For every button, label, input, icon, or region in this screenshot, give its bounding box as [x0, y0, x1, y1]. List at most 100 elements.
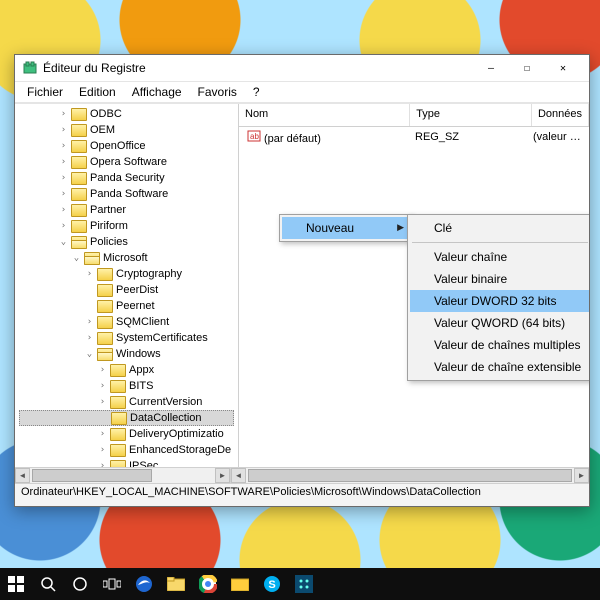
value-type: REG_SZ [411, 131, 529, 143]
tree-node[interactable]: ›Opera Software [19, 154, 234, 170]
chevron-right-icon[interactable]: › [58, 109, 69, 120]
close-button[interactable]: ✕ [545, 57, 581, 79]
chevron-right-icon[interactable]: › [58, 205, 69, 216]
explorer-icon[interactable] [160, 568, 192, 600]
chevron-right-icon[interactable]: › [97, 445, 108, 456]
chevron-right-icon[interactable]: › [58, 173, 69, 184]
col-type[interactable]: Type [410, 104, 532, 126]
value-data: (valeur non définie) [529, 131, 585, 143]
tree-spacer [98, 413, 109, 424]
menu-help[interactable]: ? [247, 83, 266, 101]
menu-item[interactable]: Valeur de chaîne extensible [410, 356, 589, 378]
col-nom[interactable]: Nom [239, 104, 410, 126]
menu-item[interactable]: Nouveau▶ [282, 217, 410, 239]
start-button[interactable] [0, 568, 32, 600]
tree-node[interactable]: Peernet [19, 298, 234, 314]
skype-icon[interactable]: S [256, 568, 288, 600]
maximize-button[interactable]: ☐ [509, 57, 545, 79]
tree-scrollbar[interactable]: ◄ ► [15, 467, 231, 483]
filemgr-icon[interactable] [224, 568, 256, 600]
tree-node[interactable]: PeerDist [19, 282, 234, 298]
menu-fichier[interactable]: Fichier [21, 83, 69, 101]
scroll-left-icon[interactable]: ◄ [231, 468, 246, 483]
taskview-icon[interactable] [96, 568, 128, 600]
menu-item[interactable]: Valeur de chaînes multiples [410, 334, 589, 356]
chevron-right-icon[interactable]: › [84, 317, 95, 328]
scroll-right-icon[interactable]: ► [574, 468, 589, 483]
titlebar[interactable]: Éditeur du Registre — ☐ ✕ [15, 55, 589, 82]
tree-label: SystemCertificates [116, 332, 208, 344]
scroll-right-icon[interactable]: ► [215, 468, 230, 483]
tree-pane[interactable]: ›ODBC›OEM›OpenOffice›Opera Software›Pand… [15, 104, 239, 467]
chevron-down-icon[interactable]: ⌄ [71, 253, 82, 264]
chevron-right-icon[interactable]: › [97, 381, 108, 392]
tree-node[interactable]: ›Panda Software [19, 186, 234, 202]
tree-node[interactable]: ›Partner [19, 202, 234, 218]
tree-node[interactable]: ⌄Policies [19, 234, 234, 250]
tree-node[interactable]: › ODBC [19, 106, 234, 122]
tree-label: IPSec [129, 460, 158, 467]
chevron-right-icon[interactable]: › [58, 157, 69, 168]
chrome-icon[interactable] [192, 568, 224, 600]
tree-node[interactable]: ›Piriform [19, 218, 234, 234]
context-menu-new[interactable]: Clé Valeur chaîneValeur binaireValeur DWO… [407, 214, 589, 381]
menu-item[interactable]: Valeur QWORD (64 bits) [410, 312, 589, 334]
chevron-right-icon[interactable]: › [58, 189, 69, 200]
tree-node[interactable]: ›Appx [19, 362, 234, 378]
list-pane[interactable]: Nom Type Données ab(par défaut)REG_SZ(va… [239, 104, 589, 467]
tree-label: Peernet [116, 300, 155, 312]
chevron-right-icon[interactable]: › [84, 333, 95, 344]
tree-node[interactable]: ›OEM [19, 122, 234, 138]
chevron-down-icon[interactable]: ⌄ [58, 237, 69, 248]
folder-icon [71, 108, 87, 121]
menu-item[interactable]: Valeur binaire [410, 268, 589, 290]
tree-node[interactable]: ›OpenOffice [19, 138, 234, 154]
context-menu-primary[interactable]: Nouveau▶ [279, 214, 413, 242]
chevron-right-icon[interactable]: › [97, 429, 108, 440]
registry-editor-window: Éditeur du Registre — ☐ ✕ Fichier Editio… [14, 54, 590, 507]
edge-icon[interactable] [128, 568, 160, 600]
tree-label: Microsoft [103, 252, 148, 264]
folder-icon [97, 348, 113, 361]
list-row[interactable]: ab(par défaut)REG_SZ(valeur non définie) [243, 129, 585, 145]
tree-label: Windows [116, 348, 161, 360]
chevron-right-icon[interactable]: › [58, 141, 69, 152]
list-scrollbar[interactable]: ◄ ► [231, 467, 589, 483]
col-donnees[interactable]: Données [532, 104, 589, 126]
tree-node[interactable]: ⌄ Windows [19, 346, 234, 362]
menu-item[interactable]: Valeur DWORD 32 bits [410, 290, 589, 312]
tree-label: DeliveryOptimizatio [129, 428, 224, 440]
menu-item[interactable]: Valeur chaîne [410, 246, 589, 268]
menu-item[interactable]: Clé [410, 217, 589, 239]
taskbar[interactable]: S [0, 568, 600, 600]
chevron-right-icon[interactable]: › [84, 269, 95, 280]
scroll-left-icon[interactable]: ◄ [15, 468, 30, 483]
chevron-right-icon[interactable]: › [58, 221, 69, 232]
tree-node[interactable]: ›BITS [19, 378, 234, 394]
chevron-right-icon[interactable]: › [97, 365, 108, 376]
tree-node[interactable]: ›EnhancedStorageDe [19, 442, 234, 458]
chevron-down-icon[interactable]: ⌄ [84, 349, 95, 360]
cortana-icon[interactable] [64, 568, 96, 600]
tree-node[interactable]: ›SQMClient [19, 314, 234, 330]
tree-node[interactable]: ›IPSec [19, 458, 234, 467]
folder-icon [110, 396, 126, 409]
tree-node[interactable]: › SystemCertificates [19, 330, 234, 346]
tree-node[interactable]: › DeliveryOptimizatio [19, 426, 234, 442]
menu-favoris[interactable]: Favoris [192, 83, 243, 101]
folder-icon [71, 204, 87, 217]
chevron-right-icon[interactable]: › [97, 397, 108, 408]
tree-node[interactable]: DataCollection [19, 410, 234, 426]
menu-edition[interactable]: Edition [73, 83, 122, 101]
tree-node[interactable]: ›Cryptography [19, 266, 234, 282]
tree-label: CurrentVersion [129, 396, 202, 408]
tree-node[interactable]: ›Panda Security [19, 170, 234, 186]
tree-node[interactable]: › CurrentVersion [19, 394, 234, 410]
tree-label: ODBC [90, 108, 122, 120]
chevron-right-icon[interactable]: › [58, 125, 69, 136]
tree-node[interactable]: ⌄ Microsoft [19, 250, 234, 266]
menu-affichage[interactable]: Affichage [126, 83, 188, 101]
minimize-button[interactable]: — [473, 57, 509, 79]
app-icon[interactable] [288, 568, 320, 600]
search-icon[interactable] [32, 568, 64, 600]
